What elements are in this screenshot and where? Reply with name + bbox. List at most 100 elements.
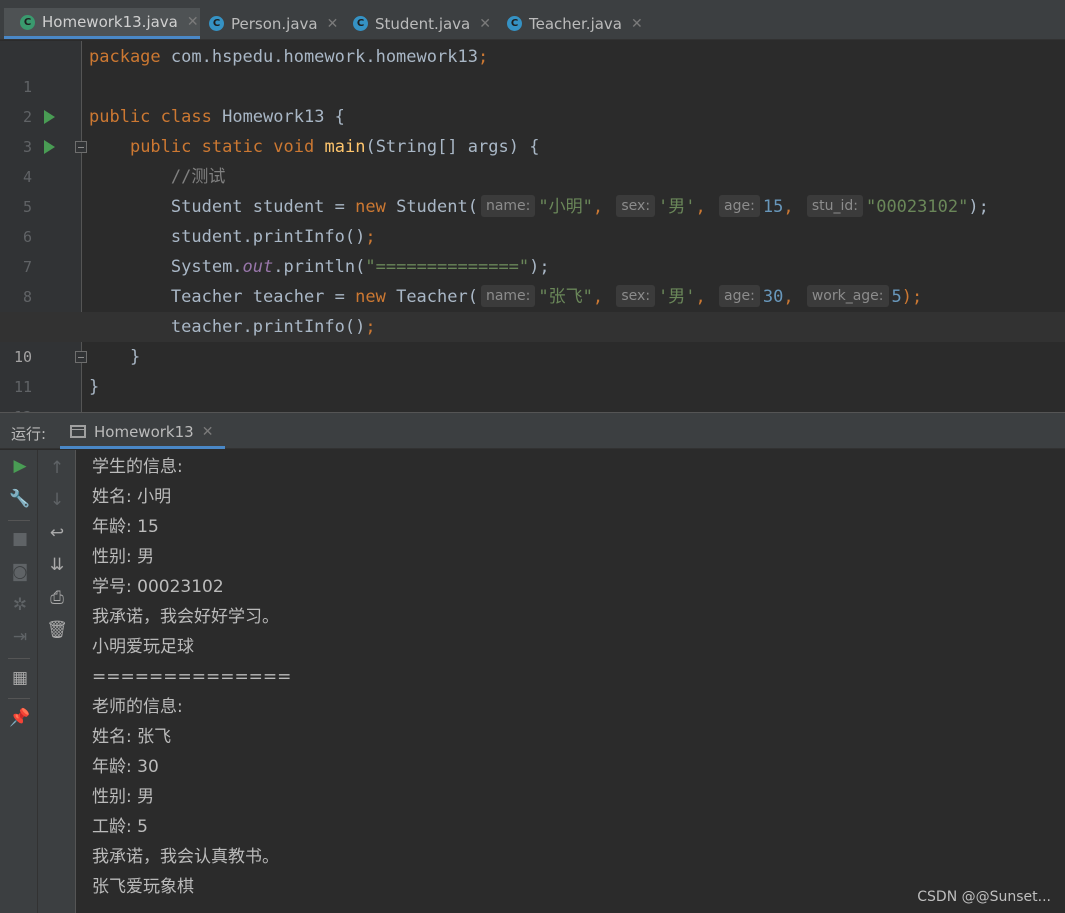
keyword: static [201, 137, 264, 157]
number-literal: 30 [762, 287, 784, 307]
fold-icon[interactable] [75, 141, 87, 153]
tab-label: Person.java [231, 14, 318, 33]
code-line[interactable]: 7 student.printInfo(); [0, 222, 1065, 276]
string-literal: "小明" [538, 197, 593, 217]
run-gutter-icon[interactable] [44, 110, 55, 124]
tab-label: Teacher.java [529, 14, 623, 33]
line-number: 12 [0, 402, 32, 412]
char-literal: '男' [658, 287, 696, 307]
char-literal: '男' [658, 197, 696, 217]
output-line: 性别: 男 [92, 787, 155, 807]
comma: , [592, 197, 604, 217]
code-line[interactable]: 3 public class Homework13 { [0, 102, 1065, 156]
code-text: Teacher( [385, 287, 478, 307]
tab-label: Homework13.java [42, 13, 178, 31]
tab-homework13[interactable]: C Homework13.java ✕ [4, 8, 200, 39]
debug-bug-icon[interactable]: ✲ [10, 595, 30, 615]
code-text: ); [968, 197, 989, 217]
code-line[interactable]: 4 public static void main(String[] args)… [0, 132, 1065, 186]
semicolon: ; [365, 227, 376, 247]
fold-icon[interactable] [75, 351, 87, 363]
code-text: } [89, 377, 100, 397]
param-hint: age: [719, 195, 760, 217]
code-text: ); [529, 257, 550, 277]
tab-label: Student.java [375, 14, 471, 33]
class-c-icon: C [20, 14, 35, 30]
wrench-icon[interactable]: 🔧 [9, 489, 30, 509]
camera-icon[interactable]: ◙ [10, 562, 30, 582]
code-line[interactable]: 8 System.out.println("=============="); [0, 252, 1065, 306]
comma: , [695, 287, 706, 307]
keyword: new [355, 197, 386, 217]
method-signature: (String[] args) { [365, 137, 540, 157]
layout-icon[interactable]: ▦ [10, 668, 30, 688]
watermark: CSDN @@Sunset... [917, 889, 1051, 905]
keyword: class [160, 107, 212, 127]
code-text: System. [170, 257, 243, 277]
arrow-down-icon[interactable]: ↓ [47, 490, 67, 510]
code-text: Student( [385, 197, 478, 217]
code-text: ); [901, 287, 923, 307]
code-line[interactable]: 2 [0, 72, 1065, 126]
console-output[interactable]: 学生的信息: 姓名: 小明 年龄: 15 性别: 男 学号: 00023102 … [77, 450, 1065, 913]
run-panel-header: 运行: Homework13 ✕ [0, 412, 1065, 449]
code-editor[interactable]: 1 package com.hspedu.homework.homework13… [0, 41, 1065, 412]
keyword: void [273, 137, 315, 157]
keyword: public [89, 107, 151, 127]
output-line: 姓名: 张飞 [92, 727, 172, 747]
console-icon [70, 425, 86, 438]
trash-icon[interactable]: 🗑 [46, 620, 68, 640]
class-c-icon: C [209, 16, 224, 31]
print-icon[interactable]: ⎙ [47, 588, 67, 608]
string-literal: "==============" [365, 257, 530, 277]
code-line[interactable]: 12 } [0, 372, 1065, 412]
exit-icon[interactable]: ⇥ [10, 627, 30, 647]
arrow-up-icon[interactable]: ↑ [47, 458, 67, 478]
code-line[interactable]: 5 //测试 [0, 162, 1065, 216]
output-line: 年龄: 30 [92, 757, 159, 777]
rerun-icon[interactable]: ▶ [10, 456, 30, 476]
code-text: Teacher teacher = [170, 287, 356, 307]
soft-wrap-icon[interactable]: ↩ [47, 523, 67, 543]
param-hint: work_age: [806, 285, 889, 307]
stop-icon[interactable]: ■ [10, 529, 30, 549]
scroll-to-end-icon[interactable]: ⇊ [47, 555, 67, 575]
param-hint: stu_id: [806, 195, 863, 217]
class-c-icon: C [507, 16, 522, 31]
string-literal: "00023102" [865, 197, 969, 217]
param-hint: name: [480, 285, 536, 307]
param-hint: sex: [616, 195, 656, 217]
code-line-current[interactable]: 10 teacher.printInfo(); [0, 312, 1065, 366]
close-icon[interactable]: ✕ [631, 16, 643, 32]
output-line: 学生的信息: [92, 457, 183, 477]
comma: , [695, 197, 706, 217]
output-line: 张飞爱玩象棋 [92, 877, 194, 897]
run-toolbar: ▶ 🔧 ■ ◙ ✲ ⇥ ▦ 📌 [0, 450, 38, 913]
close-icon[interactable]: ✕ [479, 16, 491, 32]
code-text: Student student = [170, 197, 356, 217]
comment: //测试 [170, 167, 226, 187]
semicolon: ; [365, 317, 376, 337]
run-tab-homework13[interactable]: Homework13 ✕ [60, 417, 225, 449]
code-text: teacher.printInfo() [170, 317, 366, 337]
keyword: new [355, 287, 386, 307]
code-line[interactable]: 6 Student student = new Student(name: "小明… [0, 192, 1065, 246]
editor-tab-bar: C Homework13.java ✕ C Person.java ✕ C St… [0, 0, 1065, 40]
console-toolbar: ↑ ↓ ↩ ⇊ ⎙ 🗑 [38, 450, 76, 913]
tab-teacher[interactable]: C Teacher.java ✕ [491, 8, 651, 39]
comma: , [783, 287, 794, 307]
pin-icon[interactable]: 📌 [9, 708, 30, 728]
code-line[interactable]: 9 Teacher teacher = new Teacher(name:"张飞… [0, 282, 1065, 336]
output-line: ============== [92, 667, 292, 687]
class-c-icon: C [353, 16, 368, 31]
close-icon[interactable]: ✕ [202, 424, 214, 440]
run-gutter-icon[interactable] [44, 140, 55, 154]
keyword: public [129, 137, 192, 157]
code-line[interactable]: 1 package com.hspedu.homework.homework13… [0, 42, 1065, 96]
output-line: 我承诺，我会好好学习。 [92, 607, 279, 627]
tab-person[interactable]: C Person.java ✕ [193, 8, 341, 39]
code-line[interactable]: 11 } [0, 342, 1065, 396]
keyword: package [89, 47, 161, 67]
class-declaration: Homework13 { [211, 107, 345, 127]
tab-student[interactable]: C Student.java ✕ [337, 8, 495, 39]
